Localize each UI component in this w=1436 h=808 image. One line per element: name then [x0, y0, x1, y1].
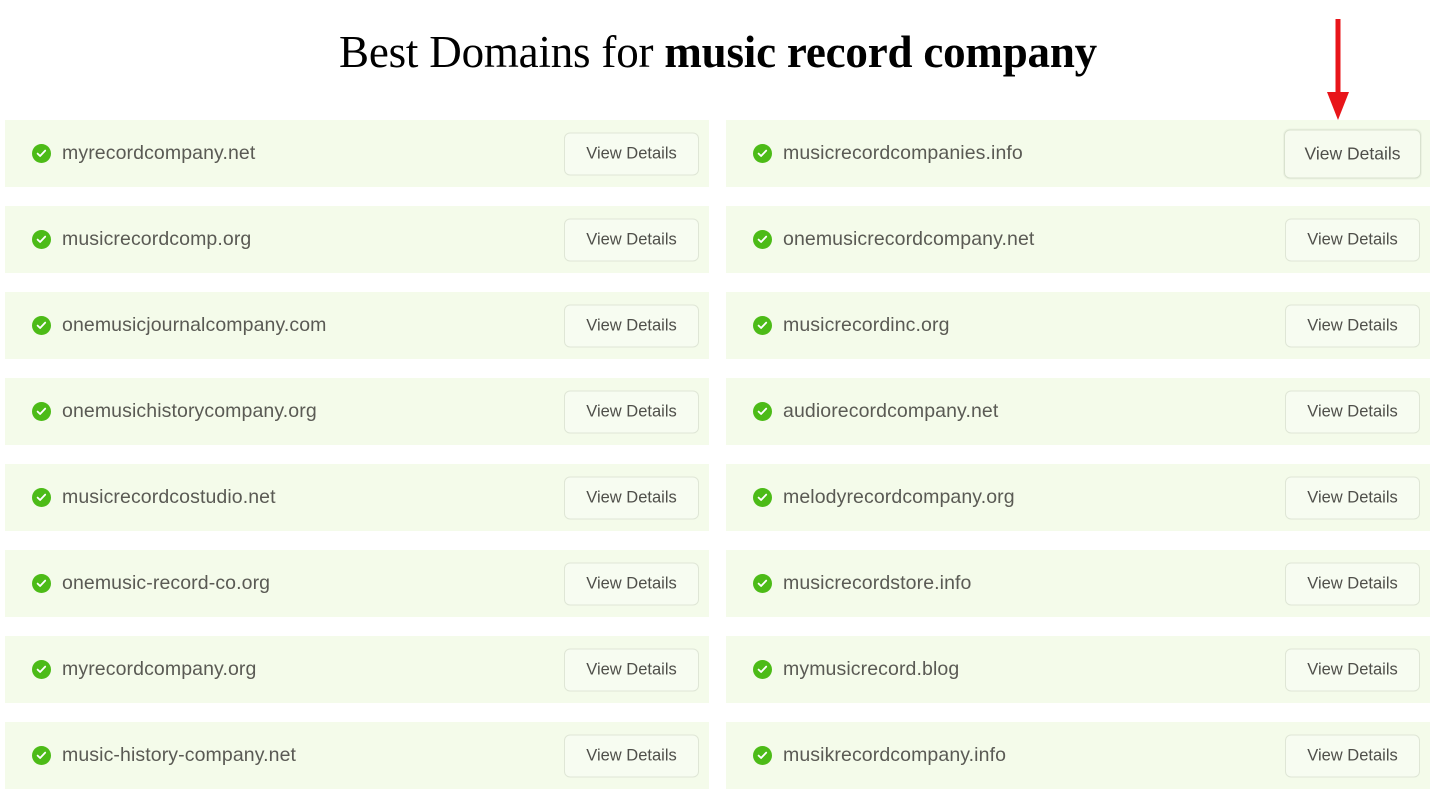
domain-result-row: myrecordcompany.net View Details — [5, 120, 709, 187]
page-title: Best Domains for music record company — [0, 0, 1436, 79]
domain-result-row: mymusicrecord.blog View Details — [726, 636, 1430, 703]
domain-name: onemusic-record-co.org — [62, 572, 271, 594]
domain-result-row: music-history-company.net View Details — [5, 722, 709, 789]
check-circle-icon — [32, 746, 51, 765]
view-details-button[interactable]: View Details — [564, 390, 699, 433]
check-circle-icon — [32, 660, 51, 679]
domain-result-row: myrecordcompany.org View Details — [5, 636, 709, 703]
check-circle-icon — [32, 574, 51, 593]
domain-name: onemusicrecordcompany.net — [783, 228, 1035, 250]
check-circle-icon — [32, 402, 51, 421]
view-details-button[interactable]: View Details — [564, 734, 699, 777]
view-details-button[interactable]: View Details — [1285, 476, 1420, 519]
domain-name: onemusichistorycompany.org — [62, 400, 317, 422]
domain-result-row: onemusicjournalcompany.com View Details — [5, 292, 709, 359]
check-circle-icon — [753, 230, 772, 249]
domain-name: onemusicjournalcompany.com — [62, 314, 327, 336]
domain-result-row: musicrecordinc.org View Details — [726, 292, 1430, 359]
view-details-button[interactable]: View Details — [1285, 304, 1420, 347]
view-details-button[interactable]: View Details — [564, 218, 699, 261]
check-circle-icon — [32, 144, 51, 163]
domain-name: musicrecordcostudio.net — [62, 486, 276, 508]
view-details-button[interactable]: View Details — [1285, 562, 1420, 605]
check-circle-icon — [32, 488, 51, 507]
check-circle-icon — [753, 574, 772, 593]
domain-result-row: onemusicrecordcompany.net View Details — [726, 206, 1430, 273]
view-details-button[interactable]: View Details — [564, 476, 699, 519]
domain-name: music-history-company.net — [62, 744, 297, 766]
check-circle-icon — [32, 316, 51, 335]
domain-result-row: musicrecordcostudio.net View Details — [5, 464, 709, 531]
view-details-button[interactable]: View Details — [1285, 734, 1420, 777]
domain-name: musicrecordcompanies.info — [783, 142, 1023, 164]
check-circle-icon — [753, 402, 772, 421]
view-details-button[interactable]: View Details — [564, 648, 699, 691]
domain-name: myrecordcompany.org — [62, 658, 257, 680]
domain-result-row: onemusic-record-co.org View Details — [5, 550, 709, 617]
domain-name: mymusicrecord.blog — [783, 658, 960, 680]
page-title-prefix: Best Domains for — [339, 27, 665, 77]
view-details-button[interactable]: View Details — [564, 562, 699, 605]
domain-result-row: musicrecordstore.info View Details — [726, 550, 1430, 617]
check-circle-icon — [753, 746, 772, 765]
domain-name: musicrecordinc.org — [783, 314, 950, 336]
view-details-button[interactable]: View Details — [564, 304, 699, 347]
check-circle-icon — [753, 144, 772, 163]
view-details-button[interactable]: View Details — [1285, 218, 1420, 261]
domain-name: myrecordcompany.net — [62, 142, 256, 164]
domain-name: musikrecordcompany.info — [783, 744, 1007, 766]
view-details-button[interactable]: View Details — [564, 132, 699, 175]
domain-results-grid: myrecordcompany.net View Details musicreco… — [5, 120, 1431, 789]
view-details-button[interactable]: View Details — [1284, 129, 1421, 178]
domain-result-row: audiorecordcompany.net View Details — [726, 378, 1430, 445]
check-circle-icon — [753, 660, 772, 679]
check-circle-icon — [32, 230, 51, 249]
domain-name: musicrecordstore.info — [783, 572, 972, 594]
view-details-button[interactable]: View Details — [1285, 390, 1420, 433]
view-details-button[interactable]: View Details — [1285, 648, 1420, 691]
domain-result-row: musikrecordcompany.info View Details — [726, 722, 1430, 789]
check-circle-icon — [753, 488, 772, 507]
domain-result-row: melodyrecordcompany.org View Details — [726, 464, 1430, 531]
domain-name: musicrecordcomp.org — [62, 228, 252, 250]
domain-name: audiorecordcompany.net — [783, 400, 999, 422]
domain-result-row: musicrecordcompanies.info View Details — [726, 120, 1430, 187]
domain-name: melodyrecordcompany.org — [783, 486, 1015, 508]
page-title-keyword: music record company — [664, 27, 1097, 77]
domain-result-row: musicrecordcomp.org View Details — [5, 206, 709, 273]
check-circle-icon — [753, 316, 772, 335]
domain-result-row: onemusichistorycompany.org View Details — [5, 378, 709, 445]
